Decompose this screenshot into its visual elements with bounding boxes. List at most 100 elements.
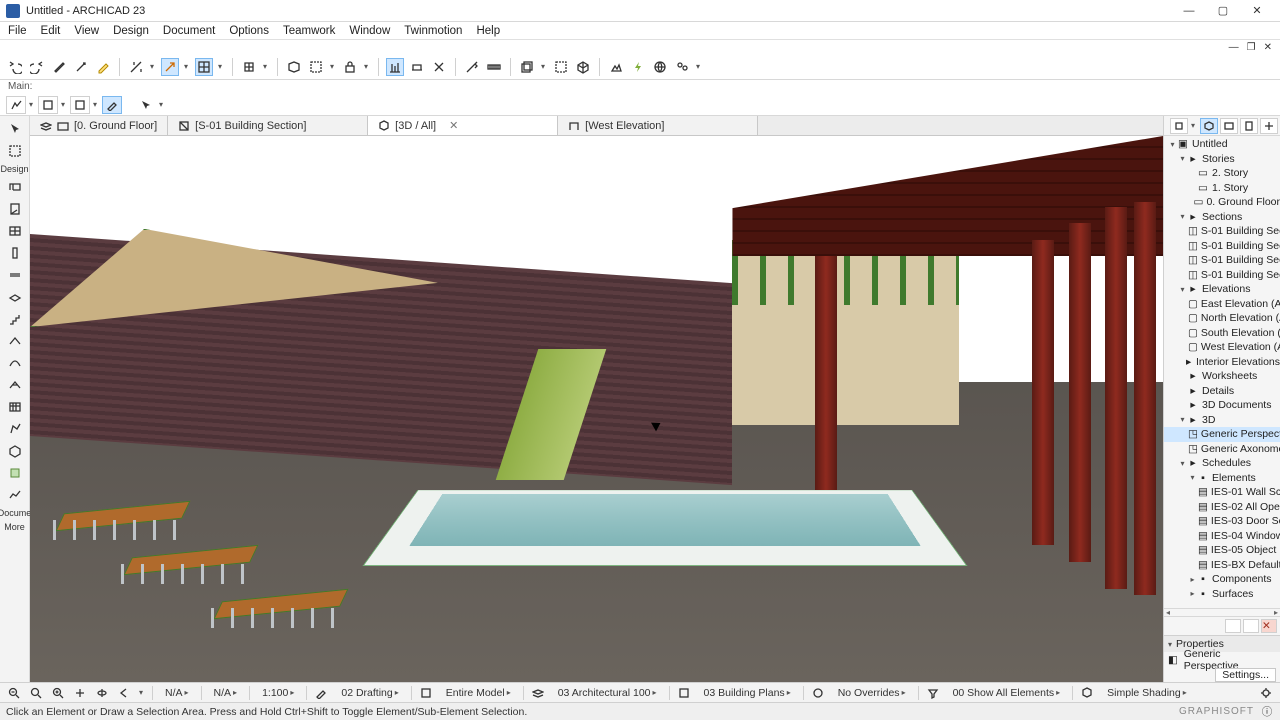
marquee-dropdown[interactable]: ▾	[327, 62, 337, 71]
lock-button[interactable]	[341, 58, 359, 76]
nav-view-map-button[interactable]	[1220, 118, 1238, 134]
tree-node[interactable]: ▤IES-01 Wall Sche	[1164, 485, 1280, 500]
favorite-1-button[interactable]	[6, 96, 26, 114]
plotset-value[interactable]: 03 Building Plans▸	[698, 685, 797, 701]
modelview-value[interactable]: Entire Model▸	[440, 685, 517, 701]
mesh-tool[interactable]	[4, 485, 26, 505]
redo-button[interactable]	[28, 58, 46, 76]
beam-tool[interactable]	[4, 265, 26, 285]
tree-node[interactable]: ▸Worksheets	[1164, 369, 1280, 384]
penset-value[interactable]: 02 Drafting▸	[335, 685, 404, 701]
tree-node[interactable]: ▤IES-04 Window Sc	[1164, 529, 1280, 544]
snap-point-button[interactable]	[195, 58, 213, 76]
menu-file[interactable]: File	[8, 25, 27, 37]
properties-settings-button[interactable]: Settings...	[1215, 668, 1276, 682]
tree-node[interactable]: ▾▸Schedules	[1164, 456, 1280, 471]
tree-node[interactable]: ◳Generic Perspective	[1164, 427, 1280, 442]
tree-node[interactable]: ▤IES-03 Door Sche	[1164, 514, 1280, 529]
menu-help[interactable]: Help	[476, 25, 500, 37]
arrow-mode-button[interactable]	[136, 96, 156, 114]
favorite-2-button[interactable]	[38, 96, 58, 114]
tree-node[interactable]: ▸Details	[1164, 384, 1280, 399]
render-button[interactable]	[607, 58, 625, 76]
curtain-wall-tool[interactable]	[4, 397, 26, 417]
shading-value[interactable]: Simple Shading▸	[1101, 685, 1193, 701]
arrow-mode-dropdown[interactable]: ▾	[156, 100, 166, 109]
tree-node[interactable]: ▭2. Story	[1164, 166, 1280, 181]
nav-project-map-button[interactable]	[1200, 118, 1218, 134]
layercomb-value[interactable]: 03 Architectural 100▸	[552, 685, 663, 701]
skylight-tool[interactable]	[4, 375, 26, 395]
orbit-button[interactable]	[94, 686, 110, 700]
favorite-3-button[interactable]	[70, 96, 90, 114]
slab-tool[interactable]	[4, 287, 26, 307]
arrow-tool[interactable]	[4, 119, 26, 139]
nav-popup-dropdown[interactable]: ▾	[1188, 121, 1198, 130]
zoom-fit-button[interactable]	[28, 686, 44, 700]
pick-up-button[interactable]	[50, 58, 68, 76]
menu-design[interactable]: Design	[113, 25, 149, 37]
zoom-value[interactable]: N/A▸	[208, 685, 244, 701]
bimx-button[interactable]	[651, 58, 669, 76]
wall-tool[interactable]	[4, 177, 26, 197]
element-snap-button[interactable]	[386, 58, 404, 76]
guideline-mode-button[interactable]	[127, 58, 145, 76]
mdi-close-button[interactable]: ✕	[1264, 42, 1272, 53]
cancel-button[interactable]	[430, 58, 448, 76]
measure-button[interactable]	[463, 58, 481, 76]
undo-button[interactable]	[6, 58, 24, 76]
tree-node[interactable]: ▸▪Components	[1164, 572, 1280, 587]
suspend-groups-button[interactable]	[285, 58, 303, 76]
highlighter-button[interactable]	[94, 58, 112, 76]
tree-node[interactable]: ◫S-01 Building Sectio	[1164, 239, 1280, 254]
pan-button[interactable]	[72, 686, 88, 700]
mdi-minimize-button[interactable]: —	[1229, 42, 1239, 53]
menu-twinmotion[interactable]: Twinmotion	[404, 25, 462, 37]
tree-node[interactable]: ▾▸Sections	[1164, 210, 1280, 225]
grid-snap-button[interactable]	[240, 58, 258, 76]
teamwork-button[interactable]	[673, 58, 691, 76]
tree-node[interactable]: ▤IES-BX Default for	[1164, 558, 1280, 573]
energy-button[interactable]	[629, 58, 647, 76]
trace-dropdown[interactable]: ▾	[538, 62, 548, 71]
tree-node[interactable]: ▢North Elevation (Au	[1164, 311, 1280, 326]
inject-button[interactable]	[72, 58, 90, 76]
nav-popup-button[interactable]	[1170, 118, 1188, 134]
ruler-button[interactable]	[485, 58, 503, 76]
favorite-1-dropdown[interactable]: ▾	[26, 100, 36, 109]
window-minimize-button[interactable]: —	[1172, 0, 1206, 22]
guideline-dropdown[interactable]: ▾	[147, 62, 157, 71]
stair-tool[interactable]	[4, 309, 26, 329]
tab-close-button[interactable]: ✕	[449, 119, 458, 132]
filter-value[interactable]: 00 Show All Elements▸	[947, 685, 1067, 701]
tree-node[interactable]: ▭1. Story	[1164, 181, 1280, 196]
tree-node[interactable]: ▸Interior Elevations	[1164, 355, 1280, 370]
door-tool[interactable]	[4, 199, 26, 219]
tree-node[interactable]: ◫S-01 Building Sectio	[1164, 268, 1280, 283]
favorite-2-dropdown[interactable]: ▾	[58, 100, 68, 109]
tab-section[interactable]: [S-01 Building Section]	[168, 116, 368, 135]
window-tool[interactable]	[4, 221, 26, 241]
menu-edit[interactable]: Edit	[41, 25, 61, 37]
options-gear-button[interactable]	[1258, 686, 1274, 700]
teamwork-dropdown[interactable]: ▾	[693, 62, 703, 71]
orientation-value[interactable]: N/A▸	[159, 685, 195, 701]
open-3d-button[interactable]	[574, 58, 592, 76]
tree-node[interactable]: ▸▪Surfaces	[1164, 587, 1280, 602]
nav-delete-button[interactable]: ✕	[1261, 619, 1277, 633]
tree-node[interactable]: ▸3D Documents	[1164, 398, 1280, 413]
nav-layout-book-button[interactable]	[1240, 118, 1258, 134]
tree-node[interactable]: ◳Generic Axonometr	[1164, 442, 1280, 457]
marquee-tool[interactable]	[4, 141, 26, 161]
tab-ground-floor[interactable]: [0. Ground Floor]	[30, 116, 168, 135]
menu-window[interactable]: Window	[349, 25, 390, 37]
scale-value[interactable]: 1:100▸	[256, 685, 300, 701]
marquee-button[interactable]	[307, 58, 325, 76]
tree-node[interactable]: ▭0. Ground Floor	[1164, 195, 1280, 210]
zoom-out-button[interactable]	[6, 686, 22, 700]
object-tool[interactable]	[4, 441, 26, 461]
trace-button[interactable]	[518, 58, 536, 76]
tree-root[interactable]: ▾▣Untitled	[1164, 137, 1280, 152]
tree-node[interactable]: ◫S-01 Building Sectio	[1164, 224, 1280, 239]
tree-node[interactable]: ▾▸Stories	[1164, 152, 1280, 167]
